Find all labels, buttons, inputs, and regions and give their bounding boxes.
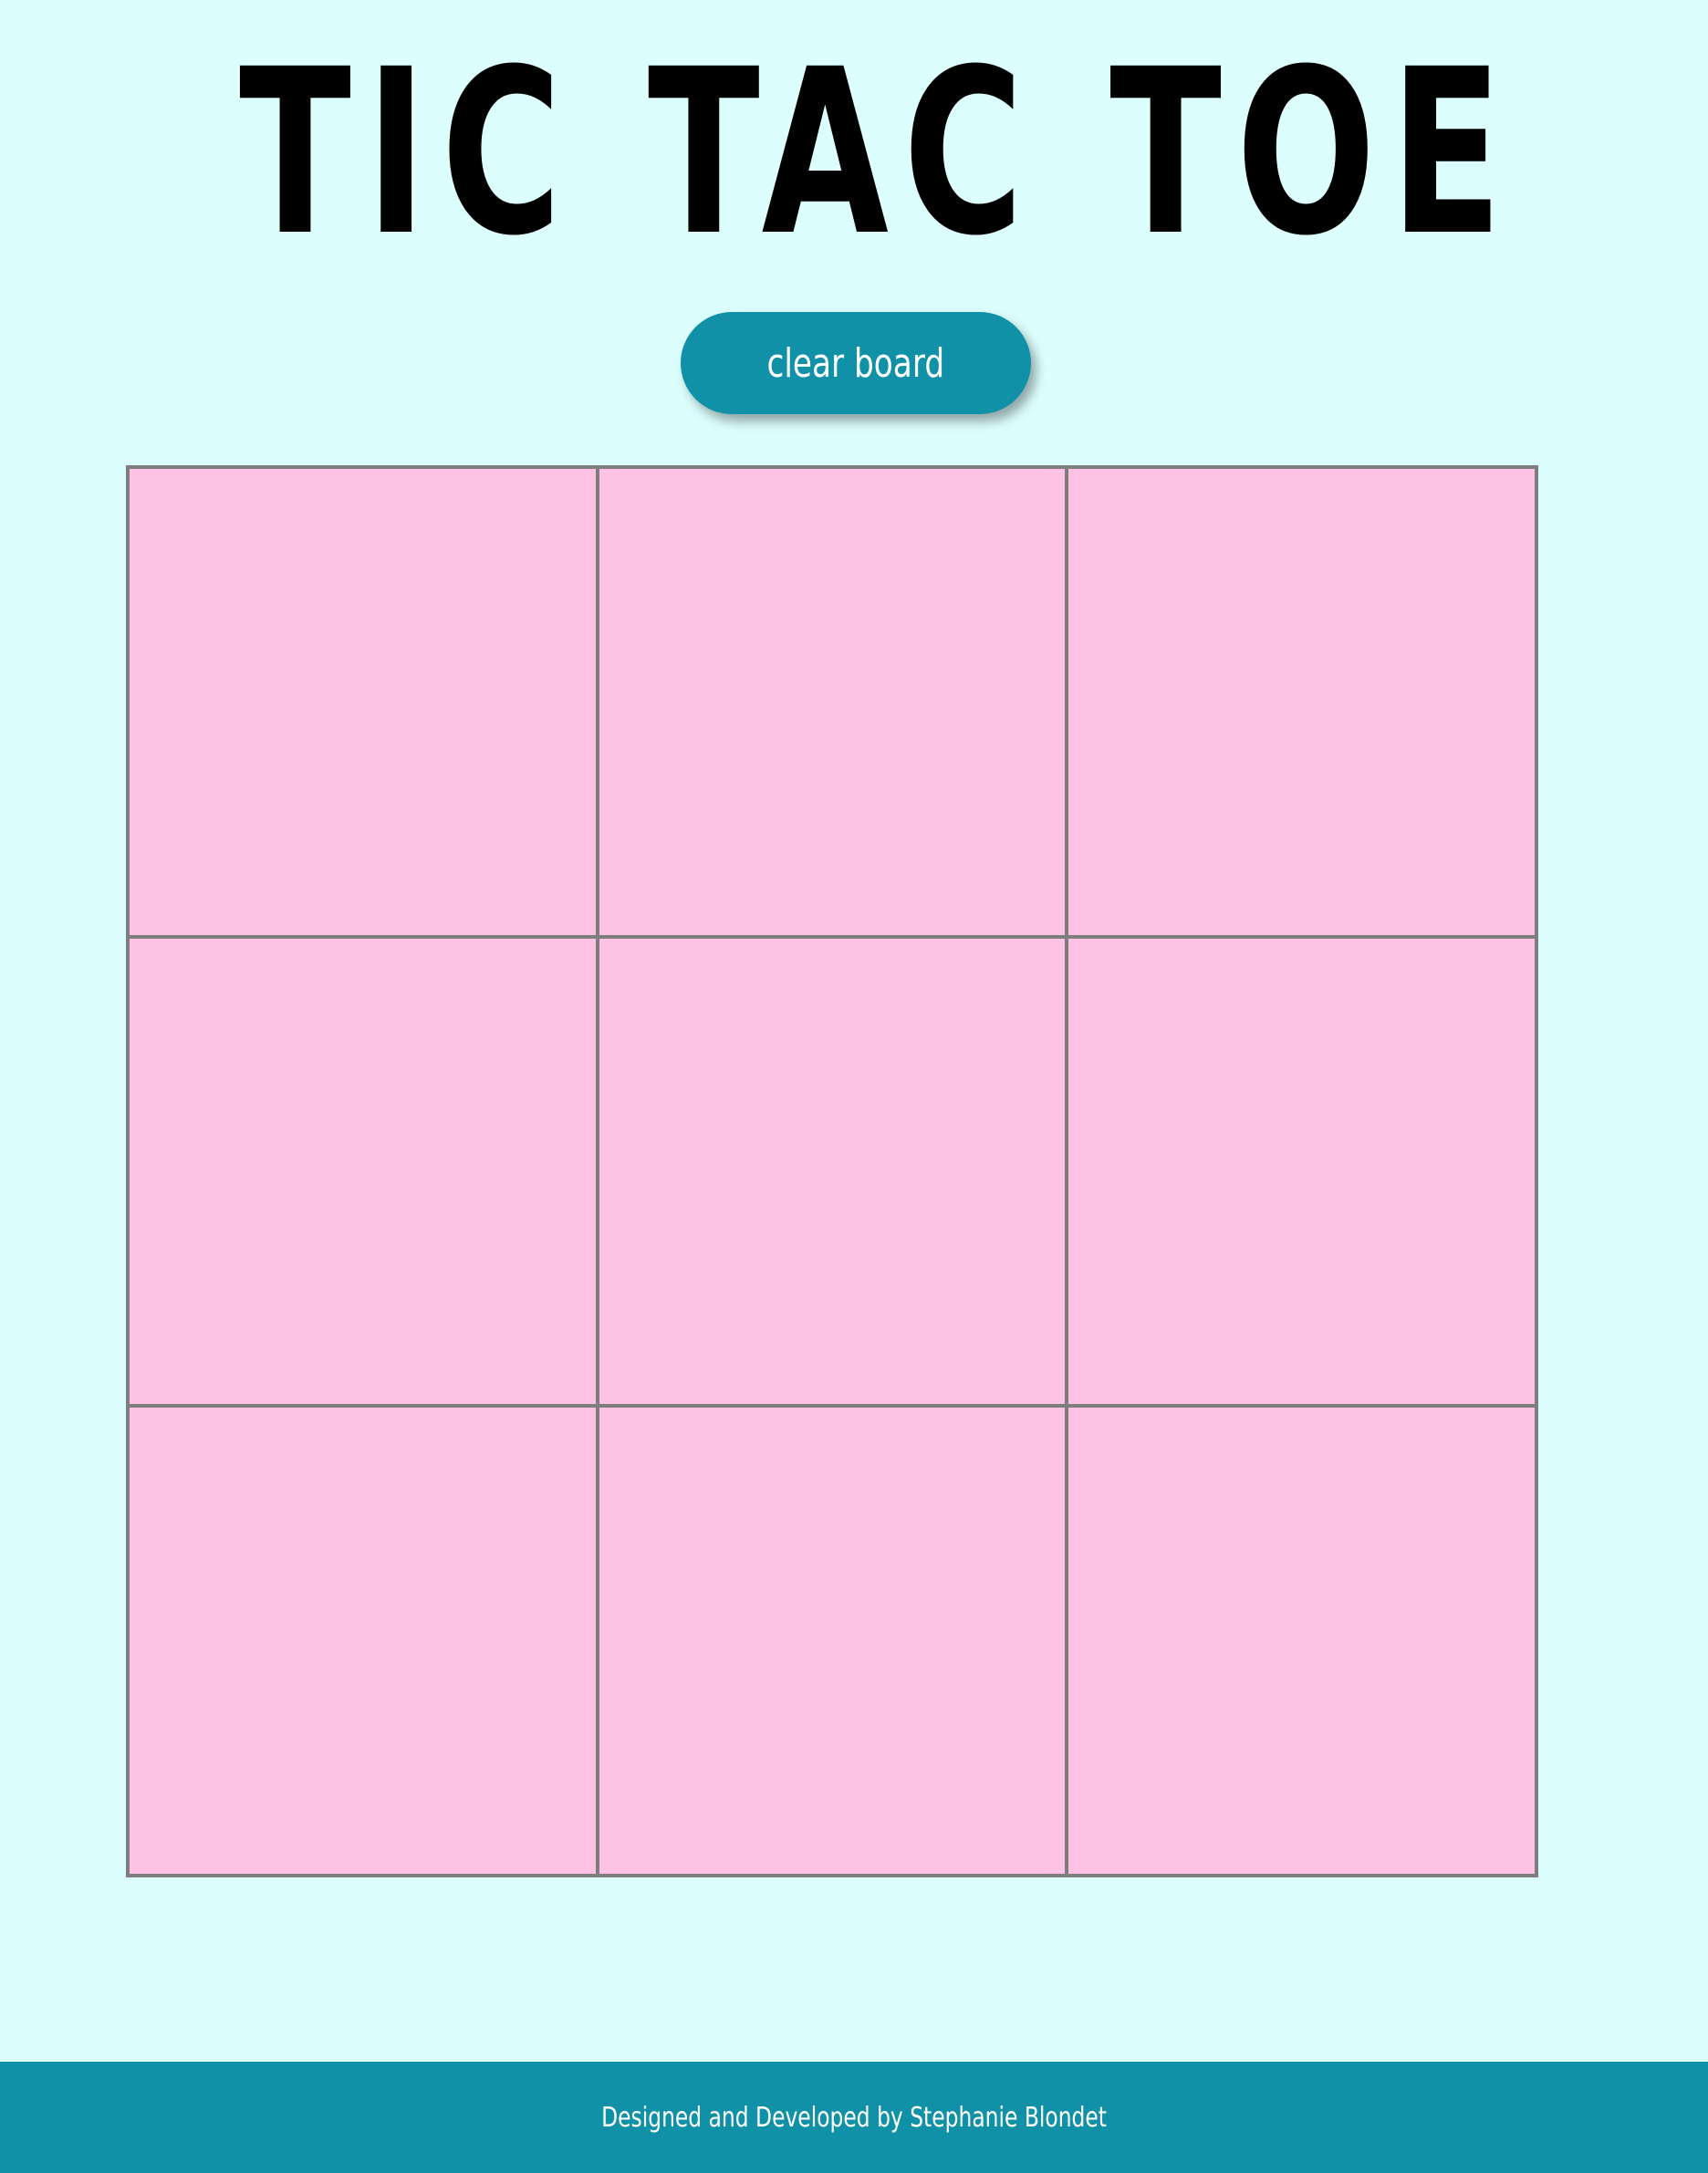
footer: Designed and Developed by Stephanie Blon… [0,2062,1708,2173]
board-cell-2[interactable] [597,467,1068,937]
clear-board-label: clear board [766,339,945,387]
board-cell-4[interactable] [128,936,598,1407]
board-cell-6[interactable] [1067,936,1536,1407]
game-board [126,465,1538,1877]
board-cell-1[interactable] [128,467,598,937]
board-cell-9[interactable] [1067,1406,1536,1876]
board-cell-5[interactable] [597,936,1068,1407]
clear-board-button[interactable]: clear board [681,312,1031,414]
board-cell-3[interactable] [1067,467,1536,937]
footer-credit: Designed and Developed by Stephanie Blon… [601,2101,1107,2134]
board-cell-8[interactable] [597,1406,1068,1876]
page-title: TIC TAC TOE [239,20,1517,286]
board-cell-7[interactable] [128,1406,598,1876]
